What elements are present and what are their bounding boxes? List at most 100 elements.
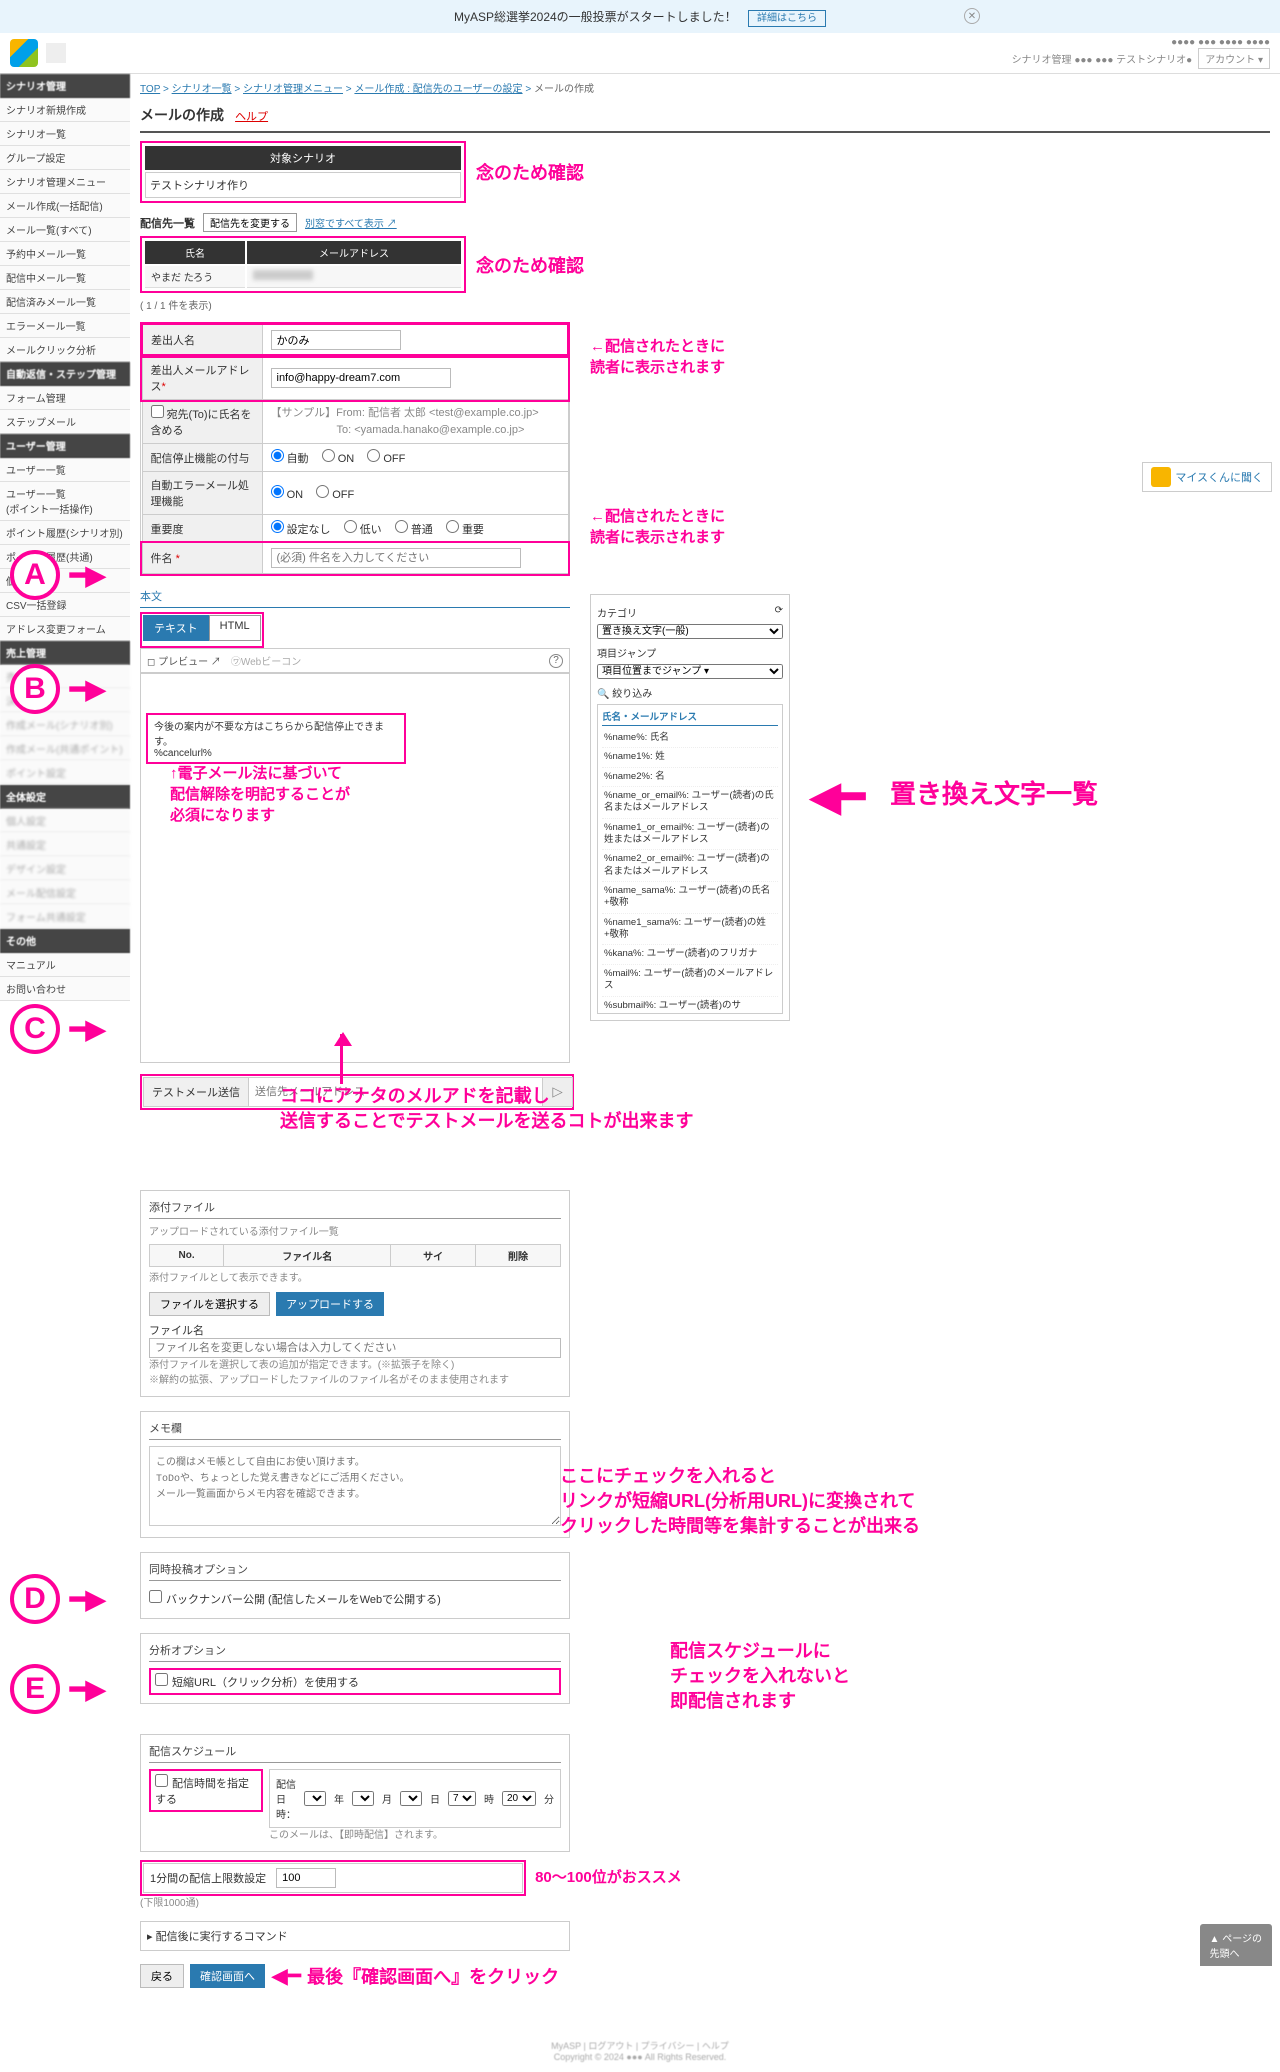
upload-button[interactable]: アップロードする <box>276 1292 384 1316</box>
var-item[interactable]: %submail%: ユーザー(読者)のサ <box>602 997 778 1015</box>
err-on-radio[interactable] <box>271 485 284 498</box>
var-item[interactable]: %name1%: 姓 <box>602 748 778 767</box>
sender-email-input[interactable] <box>271 368 451 388</box>
tab-html[interactable]: HTML <box>209 615 261 641</box>
sidebar-item-blur[interactable]: メール配信設定 <box>0 881 130 905</box>
var-item[interactable]: %name1_sama%: ユーザー(読者)の姓+敬称 <box>602 914 778 946</box>
sidebar-item[interactable]: アドレス変更フォーム <box>0 617 130 641</box>
arrow-left-icon: ◀━ <box>810 774 865 820</box>
sidebar-item[interactable]: 配信済みメール一覧 <box>0 290 130 314</box>
sidebar-item[interactable]: メールクリック分析 <box>0 338 130 362</box>
change-dest-button[interactable]: 配信先を変更する <box>203 213 297 232</box>
limit-input[interactable] <box>276 1868 336 1888</box>
preview-link[interactable]: ◻ プレビュー ↗ <box>147 653 221 668</box>
sidebar-item[interactable]: メール作成(一括配信) <box>0 194 130 218</box>
dest-th-name: 氏名 <box>145 241 245 264</box>
sidebar-item[interactable]: フォーム管理 <box>0 386 130 410</box>
refresh-icon[interactable]: ⟳ <box>775 605 783 616</box>
stop-auto-radio[interactable] <box>271 449 284 462</box>
sidebar-item-blur[interactable]: フォーム共通設定 <box>0 905 130 929</box>
banner-detail-link[interactable]: 詳細はこちら <box>748 10 826 27</box>
var-item[interactable]: %name_or_email%: ユーザー(読者)の氏名またはメールアドレス <box>602 787 778 819</box>
err-label: 自動エラーメール処理機能 <box>142 472 262 515</box>
shorturl-checkbox[interactable] <box>155 1673 168 1686</box>
var-item[interactable]: %name2_or_email%: ユーザー(読者)の名またはメールアドレス <box>602 850 778 882</box>
stop-off-radio[interactable] <box>367 449 380 462</box>
sidebar-item-blur[interactable]: 作成メール(シナリオ別) <box>0 713 130 737</box>
var-item[interactable]: %name%: 氏名 <box>602 729 778 748</box>
page-top-button[interactable]: ▲ ページの 先頭へ <box>1200 1924 1272 1966</box>
stop-on-radio[interactable] <box>322 449 335 462</box>
sidebar-item[interactable]: 配信中メール一覧 <box>0 266 130 290</box>
month-select[interactable] <box>352 1791 374 1806</box>
file-select-button[interactable]: ファイルを選択する <box>149 1292 270 1316</box>
sidebar-item[interactable]: シナリオ管理メニュー <box>0 170 130 194</box>
confirm-button[interactable]: 確認画面へ <box>190 1964 265 1988</box>
sched-note: このメールは、【即時配信】されます。 <box>269 1828 561 1843</box>
bc-scenario-menu[interactable]: シナリオ管理メニュー <box>243 84 343 95</box>
p3-radio[interactable] <box>446 520 459 533</box>
sidebar-item[interactable]: シナリオ一覧 <box>0 122 130 146</box>
bc-scenario-list[interactable]: シナリオ一覧 <box>172 84 232 95</box>
sidebar-item[interactable]: エラーメール一覧 <box>0 314 130 338</box>
year-select[interactable] <box>304 1791 326 1806</box>
memo-textarea[interactable] <box>149 1446 561 1526</box>
sidebar-item[interactable]: ステップメール <box>0 410 130 434</box>
banner-close-icon[interactable]: ✕ <box>964 8 980 24</box>
file-th-size: サイ <box>391 1245 476 1267</box>
arrow-right-icon: ━▶ <box>70 1014 106 1045</box>
sidebar-item[interactable]: お問い合わせ <box>0 977 130 1001</box>
subject-input[interactable] <box>271 548 521 568</box>
err-off-radio[interactable] <box>316 485 329 498</box>
to-name-checkbox[interactable] <box>151 405 164 418</box>
sidebar-item-blur[interactable]: 個人設定 <box>0 809 130 833</box>
tab-text[interactable]: テキスト <box>143 615 209 641</box>
sidebar-group-scenario: シナリオ管理 <box>0 74 130 98</box>
sidebar-item[interactable]: シナリオ新規作成 <box>0 98 130 122</box>
sidebar-item[interactable]: ユーザー一覧 <box>0 458 130 482</box>
sidebar-item[interactable]: CSV一括登録 <box>0 593 130 617</box>
p1-radio[interactable] <box>344 520 357 533</box>
sidebar-item[interactable]: 予約中メール一覧 <box>0 242 130 266</box>
backnumber-checkbox[interactable] <box>149 1590 162 1603</box>
sidebar-item-blur[interactable]: デザイン設定 <box>0 857 130 881</box>
sidebar-item-blur[interactable]: ポイント設定 <box>0 761 130 785</box>
day-select[interactable] <box>400 1791 422 1806</box>
back-button[interactable]: 戻る <box>140 1964 184 1988</box>
variable-list[interactable]: 氏名・メールアドレス %name%: 氏名 %name1%: 姓 %name2%… <box>597 704 783 1014</box>
myasukun-button[interactable]: マイスくんに聞く <box>1142 462 1272 492</box>
post-command-toggle[interactable]: ▸ 配信後に実行するコマンド <box>140 1921 570 1951</box>
account-menu-button[interactable]: アカウント ▾ <box>1198 48 1270 69</box>
sidebar-item[interactable]: グループ設定 <box>0 146 130 170</box>
sidebar-item[interactable]: マニュアル <box>0 953 130 977</box>
sidebar-item-blur[interactable]: 共通設定 <box>0 833 130 857</box>
sidebar-item[interactable]: ポイント履歴(シナリオ別) <box>0 521 130 545</box>
help-icon[interactable]: ? <box>549 654 563 668</box>
var-jump-select[interactable]: 項目位置までジャンプ ▾ <box>597 664 783 679</box>
p0-radio[interactable] <box>271 520 284 533</box>
var-item[interactable]: %name2%: 名 <box>602 768 778 787</box>
bc-top[interactable]: TOP <box>140 84 160 95</box>
filename-input[interactable] <box>149 1338 561 1358</box>
open-all-link[interactable]: 別窓ですべて表示 ↗ <box>305 215 397 230</box>
help-link[interactable]: ヘルプ <box>235 111 268 123</box>
beacon-link[interactable]: ㋻Webビーコン <box>231 653 301 668</box>
var-item[interactable]: %kana%: ユーザー(読者)のフリガナ <box>602 945 778 964</box>
var-item[interactable]: %name1_or_email%: ユーザー(読者)の姓またはメールアドレス <box>602 819 778 851</box>
var-item[interactable]: %mail%: ユーザー(読者)のメールアドレス <box>602 965 778 997</box>
bc-dest-setting[interactable]: メール作成 : 配信先のユーザーの設定 <box>354 84 522 95</box>
sender-name-input[interactable] <box>271 330 401 350</box>
var-category-select[interactable]: 置き換え文字(一般) <box>597 624 783 639</box>
dest-count: ( 1 / 1 件を表示) <box>140 297 1270 312</box>
badge-a: A <box>10 550 60 600</box>
p2-radio[interactable] <box>395 520 408 533</box>
hour-select[interactable]: 7 <box>448 1791 476 1806</box>
var-item[interactable]: %name_sama%: ユーザー(読者)の氏名+敬称 <box>602 882 778 914</box>
sidebar-item-blur[interactable]: 作成メール(共通ポイント) <box>0 737 130 761</box>
page-title: メールの作成 <box>140 105 224 125</box>
min-select[interactable]: 20 <box>502 1791 536 1806</box>
sidebar-item[interactable]: メール一覧(すべて) <box>0 218 130 242</box>
body-header: 本文 <box>140 585 570 608</box>
sidebar-item[interactable]: ユーザー一覧 (ポイント一括操作) <box>0 482 130 521</box>
schedule-checkbox[interactable] <box>155 1774 168 1787</box>
